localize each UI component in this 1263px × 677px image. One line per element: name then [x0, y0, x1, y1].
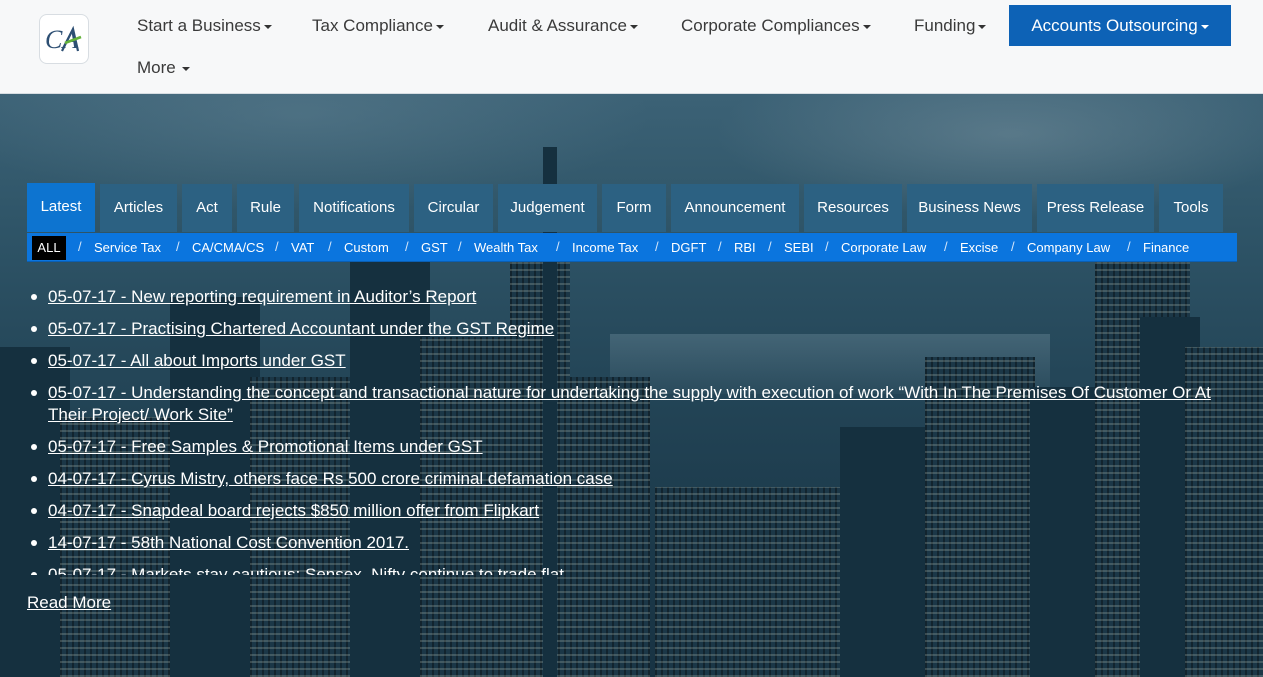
tab-resources[interactable]: Resources [804, 184, 902, 232]
nav-tax-compliance[interactable]: Tax Compliance [312, 16, 444, 35]
subcategory-item[interactable]: Wealth Tax [474, 233, 538, 261]
tab-articles[interactable]: Articles [100, 184, 177, 232]
tab-latest[interactable]: Latest [27, 183, 95, 232]
subcategory-item[interactable]: Income Tax [572, 233, 638, 261]
caret-down-icon [181, 66, 190, 71]
separator: / [78, 239, 82, 254]
tab-form[interactable]: Form [602, 184, 666, 232]
separator: / [556, 239, 560, 254]
separator: / [458, 239, 462, 254]
nav-more[interactable]: More [137, 58, 190, 77]
news-link[interactable]: 05-07-17 - Practising Chartered Accounta… [48, 319, 554, 338]
subcategory-item[interactable]: SEBI [784, 233, 814, 261]
news-link[interactable]: 05-07-17 - Markets stay cautious; Sensex… [48, 565, 564, 575]
list-item: 05-07-17 - Free Samples & Promotional It… [31, 436, 1237, 458]
separator: / [718, 239, 722, 254]
tab-business-news[interactable]: Business News [907, 184, 1032, 232]
bullet-icon [31, 508, 37, 514]
nav-corporate-compliances[interactable]: Corporate Compliances [681, 16, 871, 35]
subcategory-item[interactable]: CA/CMA/CS [192, 233, 264, 261]
news-link[interactable]: 05-07-17 - New reporting requirement in … [48, 287, 476, 306]
news-link[interactable]: 14-07-17 - 58th National Cost Convention… [48, 533, 409, 552]
subcategory-item[interactable]: DGFT [671, 233, 706, 261]
nav-label: Funding [914, 16, 976, 35]
nav-label: Start a Business [137, 16, 261, 35]
separator: / [1127, 239, 1131, 254]
list-item: 05-07-17 - New reporting requirement in … [31, 286, 1237, 308]
tab-judgement[interactable]: Judgement [498, 184, 597, 232]
bullet-icon [31, 326, 37, 332]
separator: / [944, 239, 948, 254]
separator: / [328, 239, 332, 254]
nav-funding[interactable]: Funding [914, 16, 987, 35]
subcategory-item[interactable]: GST [421, 233, 448, 261]
nav-label: Corporate Compliances [681, 16, 860, 35]
separator: / [405, 239, 409, 254]
tab-tools[interactable]: Tools [1159, 184, 1223, 232]
nav-label: Accounts Outsourcing [1031, 16, 1198, 35]
bullet-icon [31, 358, 37, 364]
tab-act[interactable]: Act [182, 184, 232, 232]
nav-label: More [137, 58, 176, 77]
bullet-icon [31, 540, 37, 546]
list-item: 05-07-17 - Practising Chartered Accounta… [31, 318, 1237, 340]
read-more-link[interactable]: Read More [27, 593, 111, 613]
separator: / [1011, 239, 1015, 254]
tab-rule[interactable]: Rule [237, 184, 294, 232]
caret-down-icon [978, 24, 987, 29]
separator: / [655, 239, 659, 254]
caret-down-icon [263, 24, 272, 29]
subcategory-bar: ALL / Service Tax / CA/CMA/CS / VAT / Cu… [27, 233, 1237, 262]
news-link[interactable]: 05-07-17 - Understanding the concept and… [48, 383, 1211, 424]
bullet-icon [31, 390, 37, 396]
site-header: CA Start a Business Tax Compliance Audit… [0, 0, 1263, 94]
nav-accounts-outsourcing[interactable]: Accounts Outsourcing [1009, 5, 1231, 46]
subcategory-all[interactable]: ALL [32, 236, 66, 260]
tab-press-release[interactable]: Press Release [1037, 184, 1154, 232]
caret-down-icon [435, 24, 444, 29]
site-logo[interactable]: CA [39, 14, 89, 64]
bullet-icon [31, 476, 37, 482]
subcategory-item[interactable]: Company Law [1027, 233, 1110, 261]
subcategory-item[interactable]: Finance [1143, 233, 1189, 261]
nav-label: Audit & Assurance [488, 16, 627, 35]
tab-circular[interactable]: Circular [414, 184, 493, 232]
list-item: 04-07-17 - Cyrus Mistry, others face Rs … [31, 468, 1237, 490]
subcategory-item[interactable]: Service Tax [94, 233, 161, 261]
bullet-icon [31, 444, 37, 450]
news-link[interactable]: 04-07-17 - Snapdeal board rejects $850 m… [48, 501, 539, 520]
news-list: 05-07-17 - New reporting requirement in … [27, 286, 1237, 575]
list-item: 05-07-17 - Markets stay cautious; Sensex… [31, 564, 1237, 575]
subcategory-item[interactable]: Corporate Law [841, 233, 926, 261]
separator: / [825, 239, 829, 254]
subcategory-item[interactable]: VAT [291, 233, 314, 261]
logo-icon: CA [45, 25, 82, 54]
separator: / [275, 239, 279, 254]
news-link[interactable]: 05-07-17 - Free Samples & Promotional It… [48, 437, 483, 456]
caret-down-icon [1200, 24, 1209, 29]
subcategory-item[interactable]: RBI [734, 233, 756, 261]
list-item: 05-07-17 - Understanding the concept and… [31, 382, 1237, 426]
separator: / [176, 239, 180, 254]
caret-down-icon [629, 24, 638, 29]
nav-audit-assurance[interactable]: Audit & Assurance [488, 16, 638, 35]
nav-start-business[interactable]: Start a Business [137, 16, 272, 35]
separator: / [768, 239, 772, 254]
nav-label: Tax Compliance [312, 16, 433, 35]
list-item: 14-07-17 - 58th National Cost Convention… [31, 532, 1237, 554]
subcategory-item[interactable]: Custom [344, 233, 389, 261]
tab-announcement[interactable]: Announcement [671, 184, 799, 232]
news-link[interactable]: 05-07-17 - All about Imports under GST [48, 351, 346, 370]
tab-notifications[interactable]: Notifications [299, 184, 409, 232]
subcategory-item[interactable]: Excise [960, 233, 998, 261]
list-item: 04-07-17 - Snapdeal board rejects $850 m… [31, 500, 1237, 522]
news-link[interactable]: 04-07-17 - Cyrus Mistry, others face Rs … [48, 469, 613, 488]
bullet-icon [31, 294, 37, 300]
caret-down-icon [862, 24, 871, 29]
bullet-icon [31, 572, 37, 575]
list-item: 05-07-17 - All about Imports under GST [31, 350, 1237, 372]
